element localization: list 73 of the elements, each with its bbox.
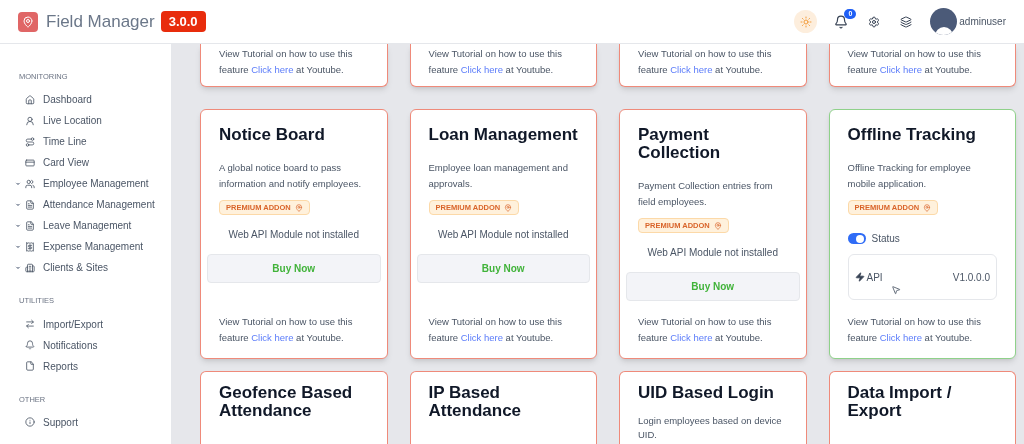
building-icon [25,262,35,273]
sidebar-item[interactable]: Attendance Management [19,194,171,216]
card-title: Geofence Based Attendance [219,384,354,420]
card-title: UID Based Login [638,384,775,402]
tutorial-text: View Tutorial on how to use this feature Click here at Youtube. [847,47,982,77]
api-label: API [866,270,883,285]
tutorial-text: View Tutorial on how to use this feature Click here at Youtube. [428,47,563,77]
module-status-message: Web API Module not installed [647,246,778,261]
tutorial-text: View Tutorial on how to use this feature Click here at Youtube. [847,315,982,345]
lightning-icon [854,272,865,283]
card-description: Offline Tracking for employee mobile application. [847,161,972,191]
card-icon [25,157,35,168]
card-title: IP Based Attendance [428,384,523,420]
sun-icon [799,15,812,28]
sidebar-item[interactable]: Time Line [19,131,171,153]
status-label: Status [871,232,900,247]
sidebar-item[interactable]: Live Location [19,110,171,132]
sidebar-item[interactable]: Import/Export [19,313,171,335]
person-icon [25,115,35,126]
card-description: Login employees based on device UID. [638,414,783,442]
card-title: Loan Management [428,126,578,144]
swap-arrows-icon [25,319,35,329]
card-title: Offline Tracking [847,126,977,144]
username: adminuser [959,15,1006,29]
click-here-link[interactable]: Click here [460,332,503,343]
house-icon [25,94,35,105]
sidebar-item[interactable]: Support [19,411,171,433]
info-icon [25,417,35,428]
file-icon [25,361,35,371]
card-title: Notice Board [219,126,326,144]
users-icon [25,178,35,189]
settings-icon [868,15,881,28]
tutorial-text: View Tutorial on how to use this feature Click here at Youtube. [219,315,354,345]
layers-icon [900,15,913,28]
sidebar-item[interactable]: Expense Management [19,236,171,258]
version-badge: 3.0.0 [160,10,206,33]
sidebar-item[interactable]: Reports [19,355,171,377]
bell-icon [834,14,849,29]
sidebar-item[interactable]: Employee Management [19,173,171,195]
form-icon [25,199,35,210]
sidebar-item[interactable]: Card View [19,152,171,174]
click-here-link[interactable]: Click here [879,64,922,75]
tutorial-text: View Tutorial on how to use this feature Click here at Youtube. [638,315,773,345]
theme-toggle-button[interactable] [794,10,818,33]
mouse-cursor-icon [890,285,901,296]
tutorial-text: View Tutorial on how to use this feature Click here at Youtube. [219,47,354,77]
click-here-link[interactable]: Click here [670,64,713,75]
click-here-link[interactable]: Click here [670,332,713,343]
route-icon [25,136,35,147]
app-name: Field Manager [46,10,155,33]
module-status-message: Web API Module not installed [438,228,569,243]
card-description: Payment Collection entries from field employees. [638,179,774,209]
tutorial-text: View Tutorial on how to use this feature Click here at Youtube. [638,47,773,77]
card-title: Data Import / Export [847,384,953,420]
click-here-link[interactable]: Click here [460,64,503,75]
module-status-message: Web API Module not installed [228,228,359,243]
sidebar-item[interactable]: Notifications [19,334,171,356]
card-title: Payment Collection [638,126,722,162]
status-toggle[interactable] [847,233,866,245]
click-here-link[interactable]: Click here [879,332,922,343]
click-here-link[interactable]: Click here [251,64,294,75]
card-description: A global notice board to pass information and notify employees. [219,161,363,191]
sidebar-item[interactable]: Clients & Sites [19,257,171,279]
bell-icon [25,340,35,350]
sidebar-item[interactable]: Dashboard [19,89,171,111]
tutorial-text: View Tutorial on how to use this feature Click here at Youtube. [428,315,563,345]
form-icon [25,220,35,231]
sidebar-item[interactable]: Leave Management [19,215,171,237]
click-here-link[interactable]: Click here [251,332,294,343]
avatar-icon[interactable] [930,8,958,35]
api-version: V1.0.0.0 [952,270,990,285]
card-description: Employee loan management and approvals. [428,161,569,191]
receipt-icon [25,241,35,252]
